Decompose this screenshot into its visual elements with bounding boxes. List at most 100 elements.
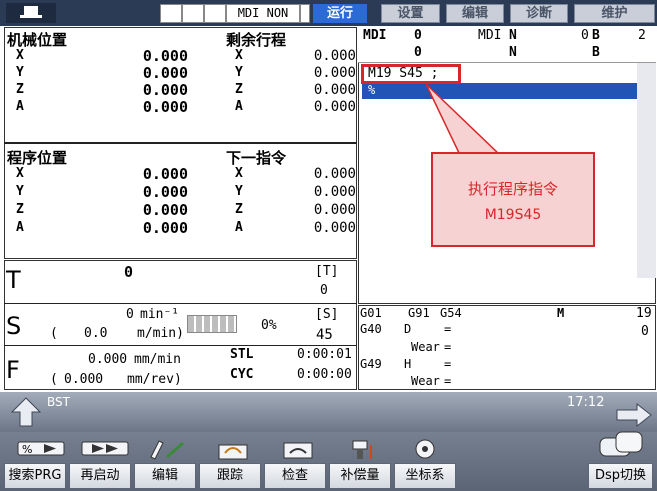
machine-x-value: 0.000 bbox=[142, 47, 188, 65]
softkey-display-switch[interactable]: Dsp切换 bbox=[588, 463, 653, 489]
axis-label: X bbox=[16, 166, 24, 181]
program-x-value: 0.000 bbox=[142, 165, 188, 183]
mode-indicator: MDI NON bbox=[226, 4, 300, 23]
next-x-value: 0.000 bbox=[313, 166, 356, 182]
program-number: 0 bbox=[414, 28, 422, 43]
status-strip bbox=[0, 392, 657, 432]
program-line-2: % bbox=[368, 83, 376, 97]
s-unit: min⁻¹ bbox=[140, 307, 180, 322]
modal-code-panel bbox=[358, 305, 656, 390]
next-z-value: 0.000 bbox=[313, 202, 356, 218]
machine-position-title: 机械位置 bbox=[7, 31, 68, 49]
tab-setup[interactable]: 设置 bbox=[381, 4, 440, 23]
t-value: 0 bbox=[124, 263, 134, 281]
status-slot bbox=[204, 4, 226, 23]
mdi-header bbox=[358, 27, 656, 63]
d-label: D bbox=[404, 322, 412, 336]
axis-label: Z bbox=[16, 202, 24, 217]
divider bbox=[4, 142, 357, 144]
f-unit-2: mm/rev) bbox=[127, 372, 182, 387]
callout-text-2: M19S45 bbox=[484, 207, 542, 223]
f-value: 0.000 bbox=[88, 352, 128, 367]
block-b-label: B bbox=[592, 45, 600, 60]
softkey-coordinate[interactable]: 坐标系 bbox=[394, 463, 456, 489]
machine-a-value: 0.000 bbox=[142, 98, 188, 116]
s-speed-value: 0.0 bbox=[84, 326, 108, 341]
status-slot bbox=[300, 4, 310, 23]
wear-label: Wear bbox=[411, 374, 440, 388]
display-switch-icon bbox=[599, 431, 643, 457]
mdi-label: MDI bbox=[363, 28, 387, 43]
f-label: F bbox=[6, 356, 20, 384]
program-z-value: 0.000 bbox=[142, 201, 188, 219]
scrollbar[interactable] bbox=[637, 63, 656, 278]
g-code: G40 bbox=[360, 322, 382, 336]
program-y-value: 0.000 bbox=[142, 183, 188, 201]
f-value-2: 0.000 bbox=[64, 372, 104, 387]
remaining-x-value: 0.000 bbox=[313, 48, 356, 64]
m-value: 19 bbox=[636, 306, 652, 321]
tab-diagnosis[interactable]: 诊断 bbox=[510, 4, 568, 23]
sequence-n-label: N bbox=[509, 28, 517, 43]
equals: = bbox=[444, 340, 452, 354]
s-bracket-value: 45 bbox=[316, 327, 333, 343]
block-number: 0 bbox=[581, 28, 589, 43]
edit-icon bbox=[150, 440, 184, 460]
s-value: 0 bbox=[126, 307, 134, 322]
bst-label: BST bbox=[47, 395, 70, 409]
softkey-restart[interactable]: 再启动 bbox=[69, 463, 131, 489]
mdi-n-label: MDI bbox=[478, 28, 502, 43]
return-arrow-icon[interactable] bbox=[8, 396, 44, 430]
g-code: G49 bbox=[360, 357, 382, 371]
program-position-title: 程序位置 bbox=[7, 149, 68, 167]
stl-time: 0:00:01 bbox=[297, 347, 352, 362]
callout-pointer bbox=[425, 83, 502, 156]
s-paren: ( bbox=[50, 326, 58, 341]
tab-edit[interactable]: 编辑 bbox=[446, 4, 504, 23]
header-right-number: 2 bbox=[638, 28, 646, 43]
softkey-check[interactable]: 检查 bbox=[264, 463, 326, 489]
t-label: T bbox=[6, 266, 21, 294]
s-label: S bbox=[6, 312, 22, 340]
tab-run[interactable]: 运行 bbox=[313, 4, 367, 23]
g-code: G01 bbox=[360, 306, 382, 320]
next-page-arrow-icon[interactable] bbox=[615, 402, 653, 428]
softkey-edit[interactable]: 编辑 bbox=[134, 463, 196, 489]
cyc-label: CYC bbox=[230, 367, 254, 382]
softkey-offset[interactable]: 补偿量 bbox=[329, 463, 391, 489]
next-y-value: 0.000 bbox=[313, 184, 356, 200]
equals: = bbox=[444, 322, 452, 336]
trace-icon bbox=[218, 444, 248, 460]
axis-label: Y bbox=[235, 65, 243, 80]
axis-label: X bbox=[235, 48, 243, 63]
softkey-trace[interactable]: 跟踪 bbox=[199, 463, 261, 489]
g-code: G54 bbox=[440, 306, 462, 320]
restart-icon bbox=[81, 441, 129, 456]
axis-label: X bbox=[16, 48, 24, 63]
next-a-value: 0.000 bbox=[313, 220, 356, 236]
g-code: G91 bbox=[408, 306, 430, 320]
axis-label: A bbox=[235, 99, 243, 114]
h-label: H bbox=[404, 357, 412, 371]
remaining-z-value: 0.000 bbox=[313, 82, 356, 98]
softkey-search-prg[interactable]: 搜索PRG bbox=[4, 463, 66, 489]
check-icon bbox=[283, 442, 313, 459]
m-label: M bbox=[557, 306, 565, 320]
f-unit: mm/min bbox=[134, 352, 181, 367]
clock: 17:12 bbox=[567, 395, 605, 410]
spindle-load-bar bbox=[187, 315, 237, 333]
divider bbox=[4, 345, 357, 346]
t-bracket-value: 0 bbox=[320, 283, 328, 298]
machine-y-value: 0.000 bbox=[142, 64, 188, 82]
tab-maintenance[interactable]: 维护 bbox=[574, 4, 655, 23]
s-percent: 0% bbox=[261, 318, 277, 333]
axis-label: A bbox=[16, 220, 24, 235]
axis-label: Z bbox=[235, 202, 243, 217]
machine-z-value: 0.000 bbox=[142, 81, 188, 99]
status-slot bbox=[160, 4, 182, 23]
s-bracket-label: [S] bbox=[315, 307, 339, 322]
axis-label: Y bbox=[16, 184, 24, 199]
f-paren: ( bbox=[50, 372, 58, 387]
equals: = bbox=[444, 357, 452, 371]
axis-label: A bbox=[16, 99, 24, 114]
